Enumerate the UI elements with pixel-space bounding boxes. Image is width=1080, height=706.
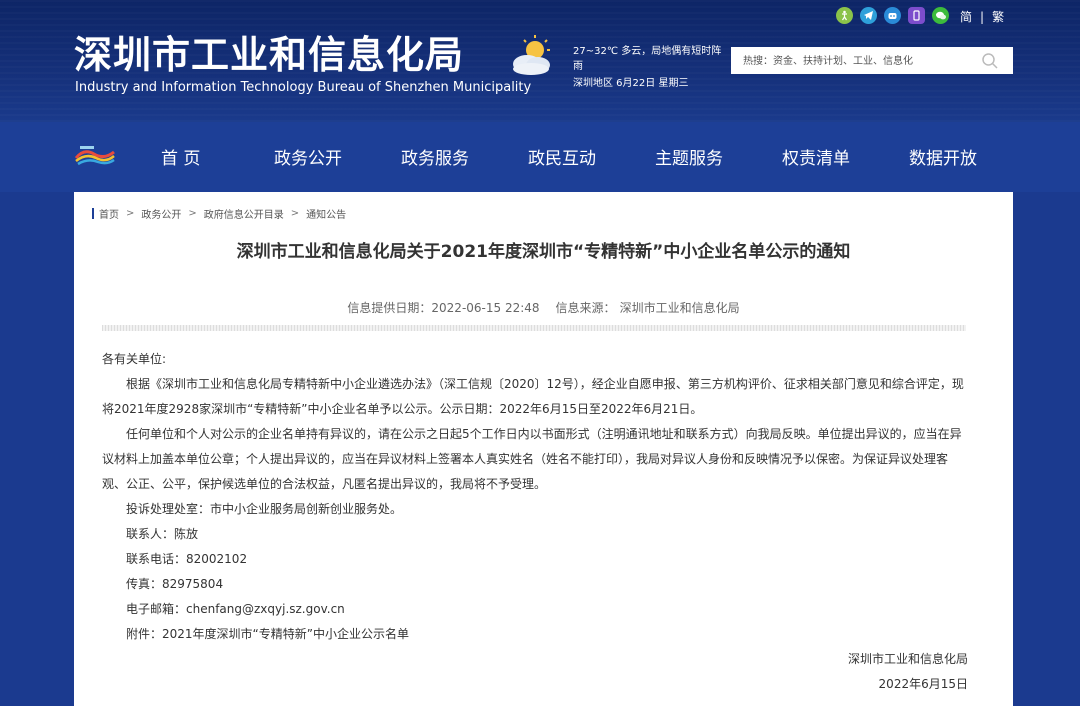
nav-government-services[interactable]: 政务服务 xyxy=(401,144,469,169)
traditional-chinese-link[interactable]: 繁 xyxy=(992,10,1004,24)
breadcrumb-separator: > xyxy=(290,208,300,219)
breadcrumb: 首页 > 政务公开 > 政府信息公开目录 > 通知公告 xyxy=(92,206,346,221)
nav-power-responsibility-list[interactable]: 权责清单 xyxy=(782,144,850,169)
main-nav: 首 页 政务公开 政务服务 政民互动 主题服务 权责清单 数据开放 xyxy=(0,122,1080,192)
breadcrumb-info-directory[interactable]: 政府信息公开目录 xyxy=(204,206,284,221)
language-switch: 简 | 繁 xyxy=(960,8,1004,25)
salutation: 各有关单位: xyxy=(102,352,167,366)
simplified-chinese-link[interactable]: 简 xyxy=(960,10,972,24)
article-meta: 信息提供日期：2022-06-15 22:48 信息来源： 深圳市工业和信息化局 xyxy=(74,299,1013,316)
paragraph-basis: 根据《深圳市工业和信息化局专精特新中小企业遴选办法》（深工信规〔2020〕12号… xyxy=(102,377,964,416)
search-input[interactable] xyxy=(741,47,975,76)
breadcrumb-home[interactable]: 首页 xyxy=(99,206,119,221)
language-separator: | xyxy=(980,10,985,24)
nav-home[interactable]: 首 页 xyxy=(161,144,200,169)
paragraph-objection: 任何单位和个人对公示的企业名单持有异议的，请在公示之日起5个工作日内以书面形式（… xyxy=(102,427,962,491)
site-title[interactable]: 深圳市工业和信息化局 xyxy=(74,24,464,79)
contact-email[interactable]: 电子邮箱：chenfang@zxqyj.sz.gov.cn xyxy=(102,597,968,622)
breadcrumb-government-affairs-open[interactable]: 政务公开 xyxy=(141,206,181,221)
signature: 深圳市工业和信息化局 xyxy=(847,652,968,666)
site-header: 深圳市工业和信息化局 Industry and Information Tech… xyxy=(0,0,1080,122)
breadcrumb-notices[interactable]: 通知公告 xyxy=(306,206,346,221)
breadcrumb-marker xyxy=(92,208,94,219)
site-subtitle: Industry and Information Technology Bure… xyxy=(75,80,532,95)
article-panel: 首页 > 政务公开 > 政府信息公开目录 > 通知公告 深圳市工业和信息化局关于… xyxy=(74,192,1013,706)
nav-public-interaction[interactable]: 政民互动 xyxy=(528,144,596,169)
telegram-icon[interactable] xyxy=(860,7,877,24)
search-icon[interactable] xyxy=(981,52,999,70)
robot-icon[interactable] xyxy=(884,7,901,24)
nav-theme-services[interactable]: 主题服务 xyxy=(655,144,723,169)
nav-government-affairs-open[interactable]: 政务公开 xyxy=(274,144,342,169)
attachment-link[interactable]: 附件：2021年度深圳市“专精特新”中小企业公示名单 xyxy=(102,622,968,647)
breadcrumb-separator: > xyxy=(126,208,135,219)
weather-info: 27~32℃ 多云，局地偶有短时阵雨 深圳地区 6月22日 星期三 xyxy=(573,44,723,91)
article-title: 深圳市工业和信息化局关于2021年度深圳市“专精特新”中小企业名单公示的通知 xyxy=(236,242,851,262)
accessibility-icon[interactable] xyxy=(836,7,853,24)
publish-date: 信息提供日期：2022-06-15 22:48 xyxy=(347,301,540,315)
contact-phone: 联系电话：82002102 xyxy=(126,552,248,566)
partly-cloudy-icon xyxy=(513,35,550,75)
source-value: 深圳市工业和信息化局 xyxy=(619,301,740,315)
weather-summary: 27~32℃ 多云，局地偶有短时阵雨 xyxy=(573,46,722,72)
nav-open-data[interactable]: 数据开放 xyxy=(909,144,977,169)
shenzhen-logo-icon xyxy=(74,146,115,166)
mobile-icon[interactable] xyxy=(908,7,925,24)
contact-fax: 传真：82975804 xyxy=(126,577,224,591)
breadcrumb-separator: > xyxy=(188,208,197,219)
source-label: 信息来源： xyxy=(555,301,616,315)
wechat-icon[interactable] xyxy=(932,7,949,24)
article-body: 各有关单位: 根据《深圳市工业和信息化局专精特新中小企业遴选办法》（深工信规〔2… xyxy=(102,347,968,697)
meta-divider xyxy=(102,325,966,331)
contact-person: 联系人：陈放 xyxy=(126,527,199,541)
weather-date: 深圳地区 6月22日 星期三 xyxy=(573,78,689,89)
complaint-office: 投诉处理处室：市中小企业服务局创新创业服务处。 xyxy=(126,502,403,516)
sign-date: 2022年6月15日 xyxy=(878,677,968,691)
search-box xyxy=(731,47,1013,76)
accessibility-toolbar xyxy=(836,7,949,24)
